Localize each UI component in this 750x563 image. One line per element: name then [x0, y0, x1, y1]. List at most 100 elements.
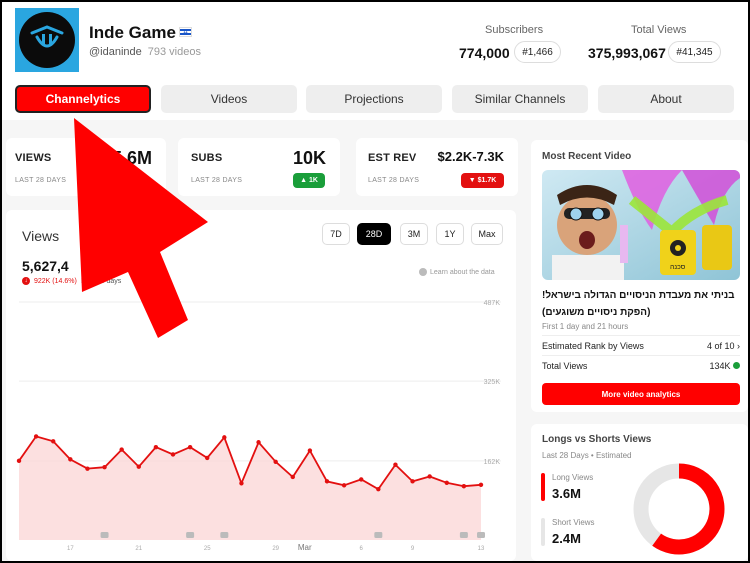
short-views-legend: Short Views 2.4M [541, 518, 595, 546]
video-upload-marker-icon[interactable] [374, 532, 383, 538]
recent-video-rank-label: Estimated Rank by Views [542, 341, 644, 351]
chart-point[interactable] [222, 435, 227, 440]
short-views-label: Short Views [552, 518, 595, 527]
total-views-rank[interactable]: #41,345 [668, 41, 721, 63]
x-tick-label: 29 [272, 546, 279, 552]
chart-point[interactable] [256, 440, 261, 445]
tab-about[interactable]: About [598, 85, 734, 113]
kpi-rev-period: LAST 28 DAYS [368, 177, 420, 184]
y-tick-label: 325K [484, 379, 501, 386]
chart-grid [19, 301, 501, 462]
chart-point[interactable] [102, 464, 107, 470]
subscribers-rank[interactable]: #1,466 [514, 41, 561, 63]
short-upload-marker-icon[interactable] [186, 532, 195, 538]
chart-point[interactable] [205, 455, 210, 461]
chart-point[interactable] [427, 474, 432, 479]
chart-point[interactable] [153, 444, 159, 450]
learn-about-data-link[interactable]: Learn about the data [419, 268, 495, 276]
divider [542, 355, 740, 356]
video-upload-marker-icon[interactable] [220, 532, 229, 538]
range-28d[interactable]: 28D [357, 223, 391, 245]
more-video-analytics-button[interactable]: More video analytics [542, 383, 740, 405]
short-upload-marker-icon[interactable] [477, 532, 485, 538]
chart-point[interactable] [393, 462, 398, 467]
chart-point[interactable] [239, 481, 244, 486]
long-views-label: Long Views [552, 473, 594, 482]
channel-handle: @idaninde [89, 46, 142, 58]
video-count: 793 videos [147, 46, 201, 58]
chart-point[interactable] [324, 479, 330, 484]
video-upload-marker-icon[interactable] [459, 532, 468, 538]
recent-video-title[interactable]: בניתי את מעבדת הניסויים הגדולה בישראל! (… [542, 287, 740, 321]
kpi-rev-value: $2.2K-7.3K [437, 149, 504, 164]
recent-video-views-row: Total Views 134K [542, 361, 740, 371]
y-tick-label: 487K [484, 300, 501, 307]
video-upload-marker-icon[interactable] [100, 532, 109, 538]
channel-name: Inde Game [89, 23, 176, 42]
recent-video-views-value: 134K [709, 361, 731, 371]
chart-point[interactable] [359, 477, 364, 482]
kpi-card-views[interactable]: VIEWS 5.6M LAST 28 DAYS [6, 138, 166, 196]
chart-point[interactable] [478, 482, 484, 487]
chart-point[interactable] [136, 464, 141, 469]
recent-video-title-line2: (הפקת ניסויים משוגעים) [542, 307, 651, 318]
kpi-subs-period: LAST 28 DAYS [191, 177, 243, 184]
chart-point[interactable] [51, 439, 56, 444]
chart-point[interactable] [461, 484, 467, 489]
short-views-swatch [541, 518, 545, 546]
kpi-subs-label: SUBS [191, 152, 223, 164]
views-period: Past 28 days [80, 277, 122, 285]
long-vs-shorts-donut[interactable] [630, 460, 728, 558]
donut-long-arc [652, 463, 725, 555]
x-tick-label: Mar [298, 543, 312, 552]
chart-point[interactable] [187, 444, 193, 450]
kpi-views-label: VIEWS [15, 152, 52, 164]
chart-point[interactable] [33, 434, 39, 439]
kpi-rev-label: EST REV [368, 152, 417, 164]
long-vs-shorts-title: Longs vs Shorts Views [542, 434, 652, 445]
channel-avatar[interactable] [15, 8, 79, 72]
tab-projections[interactable]: Projections [306, 85, 442, 113]
channel-handle-row: @idaninde 793 videos [89, 46, 201, 58]
range-1y[interactable]: 1Y [436, 223, 464, 245]
chart-point[interactable] [290, 474, 295, 480]
chart-point[interactable] [410, 479, 415, 484]
kpi-card-subs[interactable]: SUBS 10K LAST 28 DAYS ▲ 1K [178, 138, 340, 196]
thumbnail-danger-text: סכנה [670, 264, 686, 271]
recent-video-age: First 1 day and 21 hours [542, 322, 629, 331]
chart-point[interactable] [16, 458, 22, 464]
range-max[interactable]: Max [471, 223, 503, 245]
long-views-swatch [541, 473, 545, 501]
divider [542, 335, 740, 336]
recent-video-rank-row[interactable]: Estimated Rank by Views 4 of 10 › [542, 341, 740, 351]
chart-point[interactable] [170, 452, 176, 457]
chart-point[interactable] [444, 480, 449, 486]
range-7d[interactable]: 7D [322, 223, 350, 245]
chart-point[interactable] [376, 486, 381, 492]
views-chart-plot[interactable]: 487K 325K 162K 17 21 25 29 Mar 6 9 13 [6, 292, 516, 561]
chart-point[interactable] [273, 459, 278, 465]
tab-videos[interactable]: Videos [161, 85, 297, 113]
long-vs-shorts-subtitle: Last 28 Days • Estimated [542, 451, 632, 460]
channel-logo-icon [30, 25, 64, 48]
kpi-card-revenue[interactable]: EST REV $2.2K-7.3K LAST 28 DAYS ▼ $1.7K [356, 138, 518, 196]
chart-point[interactable] [307, 448, 313, 453]
total-views-label: Total Views [631, 24, 687, 36]
kpi-subs-change: 1K [308, 177, 318, 184]
range-3m[interactable]: 3M [400, 223, 428, 245]
chart-y-axis: 487K 325K 162K [484, 300, 501, 466]
x-tick-label: 9 [411, 546, 415, 552]
chart-point[interactable] [68, 457, 73, 462]
tab-channelytics[interactable]: Channelytics [15, 85, 151, 113]
views-change: 922K (14.6%) [34, 277, 77, 285]
tab-similar-channels[interactable]: Similar Channels [452, 85, 588, 113]
chart-x-axis: 17 21 25 29 Mar 6 9 13 [67, 543, 485, 552]
y-tick-label: 162K [484, 459, 501, 466]
x-tick-label: 25 [204, 546, 211, 552]
chart-point[interactable] [85, 466, 90, 471]
chart-point[interactable] [119, 447, 124, 452]
recent-video-thumbnail[interactable]: סכנה [542, 170, 740, 280]
x-tick-label: 17 [67, 546, 74, 552]
long-views-legend: Long Views 3.6M [541, 473, 593, 501]
chart-point[interactable] [341, 483, 347, 488]
